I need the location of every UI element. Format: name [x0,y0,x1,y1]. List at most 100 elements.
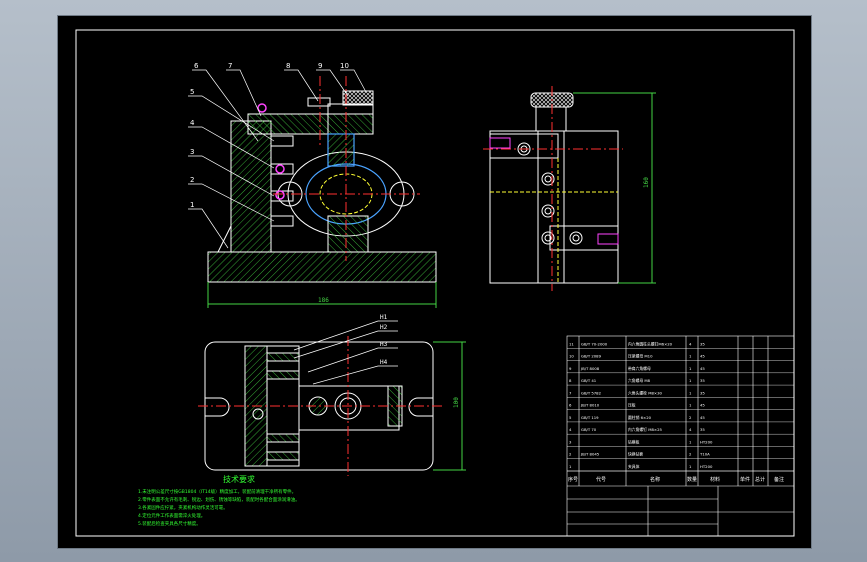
bom-cell-no: 5 [569,415,572,420]
side-screw-slot-2 [597,233,619,245]
callout-h3: H3 [380,341,388,348]
screw-5 [270,135,294,147]
side-bolt-2-in [544,175,552,183]
bom-cell-qty: 4 [689,341,692,346]
side-lower-plate [549,225,619,251]
balloon-1: 1 [190,201,194,209]
balloon-7: 7 [228,62,232,70]
bom-cell-material: 45 [700,354,705,359]
balloon-3: 3 [190,148,194,156]
balloon-4: 4 [190,119,195,127]
bom-cell-code: GB/T 2089 [581,354,602,359]
bom-cell-name: 内六角圆柱头螺钉M6×20 [628,341,673,346]
bom-header-code: 代号 [596,476,606,483]
tech-line-4: 4.定位元件工作表面需淬火处理。 [138,512,205,519]
screw-3 [270,190,294,202]
bom-cell-material: 35 [700,390,705,395]
callout-h2: H2 [380,324,388,331]
balloon-10: 10 [340,62,349,70]
nut-8 [307,97,331,107]
bom-cell-code: GB/T 5782 [581,390,602,395]
bom-cell-material: HT200 [700,464,713,469]
bom-cell-name: 压紧螺母 M10 [628,354,653,359]
bill-of-materials [566,335,795,537]
bom-header-unit: 单件 [740,476,750,483]
bom-cell-no: 7 [569,390,572,395]
side-bolt-5 [569,231,583,245]
bom-header-remark: 备注 [774,476,784,483]
balloon-6: 6 [194,62,199,70]
assembly-drawing: 186 6 7 8 9 10 5 4 3 2 1 160 100 H1 H2 H… [75,29,795,537]
tech-line-5: 5.装配后检查夹具各尺寸精度。 [138,520,201,527]
bom-cell-name: 夹具体 [628,464,640,469]
bom-header-total: 总计 [755,476,765,483]
v-block [327,215,369,253]
top-screw-row-3 [266,433,300,443]
bom-cell-qty: 1 [689,464,692,469]
bom-cell-name: 钻模板 [628,439,640,444]
tech-requirements: 技术要求 1.未注明公差尺寸按GB1804（IT14级）精度加工，装配前清理干净… [138,474,300,527]
bom-cell-no: 8 [569,378,572,383]
bom-cell-name: 内六角螺钉 M8×25 [628,427,662,432]
bom-cell-name: 六角头螺栓 M8×30 [628,390,662,395]
slot-right [408,397,433,417]
knurled-knob [342,90,374,106]
side-height-dim: 160 [643,177,650,188]
front-view: 186 6 7 8 9 10 5 4 3 2 1 [188,62,437,308]
balloon-8: 8 [286,62,290,70]
bom-cell-name: 快换钻套 [628,452,643,457]
bom-cell-code: GB/T 70-2000 [581,341,608,346]
top-height-dim: 100 [453,397,460,408]
bom-cell-qty: 1 [689,366,692,371]
bom-cell-material: 45 [700,415,705,420]
bom-cell-qty: 1 [689,439,692,444]
bom-cell-no: 11 [569,341,574,346]
balloon-2: 2 [190,176,194,184]
bom-cell-qty: 2 [689,452,692,457]
callout-h1: H1 [380,314,388,321]
bom-cell-material: 45 [700,403,705,408]
drill-bushing [327,133,355,167]
top-screw-row-2 [266,370,300,380]
bom-header-material: 材料 [710,476,720,483]
top-plate [247,113,374,135]
rib [217,225,232,253]
screw-head-magenta [275,190,285,200]
top-view: 100 H1 H2 H3 H4 [198,314,466,476]
side-screw-slot-1 [489,137,511,149]
bom-cell-code: JB/T 8045 [580,452,600,457]
bom-cell-no: 6 [569,403,572,408]
callout-h4: H4 [380,359,388,366]
bom-cell-material: 35 [700,427,705,432]
bom-cell-material: HT200 [700,439,713,444]
bom-cell-no: 2 [569,452,572,457]
column [230,120,272,253]
bom-cell-name: 压板 [628,403,636,408]
bom-cell-no: 9 [569,366,572,371]
bom-cell-qty: 2 [689,415,692,420]
bom-cell-qty: 1 [689,378,692,383]
bom-cell-no: 4 [569,427,572,432]
balloon-5: 5 [190,88,194,96]
bom-header-qty: 数量 [687,476,697,483]
top-screw-row-4 [266,451,300,461]
bom-cell-code: GB/T 70 [581,427,597,432]
front-width-dim: 186 [318,297,329,304]
side-top-block [535,106,567,132]
bom-cell-qty: 1 [689,403,692,408]
bom-cell-material: 35 [700,378,705,383]
base-plate [207,251,437,283]
cad-viewport[interactable]: 186 6 7 8 9 10 5 4 3 2 1 160 100 H1 H2 H… [57,15,812,549]
bom-cell-name: 圆柱销 6×20 [628,415,652,420]
bom-cell-name: 带肩六角螺母 [628,366,651,371]
tech-line-2: 2.零件表面不允许有毛刺、锐边、划伤、锈蚀等缺陷，装配时各配合面涂润滑油。 [138,496,300,503]
side-bolt-5-in [572,234,580,242]
bom-cell-material: 35 [700,341,705,346]
bom-header: 序号 代号 名称 数量 材料 单件 总计 备注 [568,476,784,483]
bom-cell-qty: 1 [689,354,692,359]
tech-title: 技术要求 [223,474,255,484]
tech-line-1: 1.未注明公差尺寸按GB1804（IT14级）精度加工，装配前清理干净所有零件。 [138,488,296,495]
balloon-9: 9 [318,62,322,70]
bom-cell-qty: 4 [689,427,692,432]
screw-2 [270,215,294,227]
